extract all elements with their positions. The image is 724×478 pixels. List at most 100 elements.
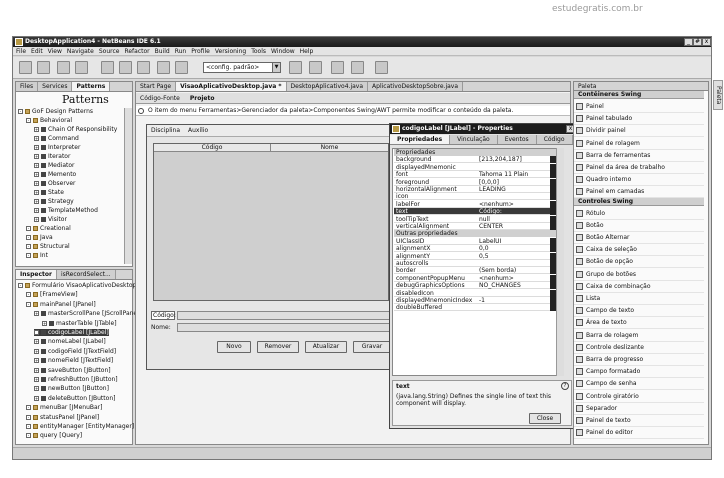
expand-icon[interactable]: +	[34, 163, 39, 168]
expand-icon[interactable]: -	[26, 244, 31, 249]
maximize-button[interactable]: #	[693, 38, 702, 46]
build-icon[interactable]	[289, 61, 302, 74]
expand-icon[interactable]: -	[18, 283, 23, 288]
palette-item[interactable]: Painel tabulado	[574, 112, 704, 126]
palette-item[interactable]: Barra de progresso	[574, 353, 704, 366]
palette-item[interactable]: Separador	[574, 402, 704, 415]
pattern-node[interactable]: + Mediator	[34, 162, 75, 169]
property-row[interactable]: foreground [0,0,0]	[394, 178, 556, 186]
new-file-icon[interactable]	[37, 61, 50, 74]
pattern-node[interactable]: + Strategy	[34, 198, 74, 205]
property-row[interactable]: disabledIcon	[394, 289, 556, 297]
table-header-codigo[interactable]: Código	[154, 144, 271, 152]
tab-editor-3[interactable]: AplicativoDesktopSobre.java	[368, 82, 464, 91]
inspector-node[interactable]: + nomeLabel [JLabel]	[34, 338, 106, 345]
pattern-node[interactable]: - GoF Design Patterns	[18, 108, 93, 115]
expand-icon[interactable]: -	[26, 118, 31, 123]
expand-icon[interactable]: +	[34, 172, 39, 177]
inspector-node[interactable]: - menuBar [JMenuBar]	[26, 404, 103, 411]
atualizar-button[interactable]: Atualizar	[305, 341, 347, 353]
pattern-node[interactable]: + Memento	[34, 171, 76, 178]
palette-item[interactable]: Quadro interno	[574, 173, 704, 187]
expand-icon[interactable]: +	[34, 154, 39, 159]
expand-icon[interactable]: +	[34, 377, 39, 382]
palette-item[interactable]: Painel do editor	[574, 426, 704, 440]
palette-item[interactable]: Dividir painel	[574, 124, 704, 138]
property-row[interactable]: componentPopupMenu <nenhum>	[394, 274, 556, 282]
expand-icon[interactable]: +	[34, 217, 39, 222]
clean-build-icon[interactable]	[309, 61, 322, 74]
property-row[interactable]: displayedMnemonicIndex -1	[394, 297, 556, 304]
pattern-node[interactable]: + Observer	[34, 180, 76, 187]
menu-window[interactable]: Window	[271, 47, 295, 55]
property-value[interactable]: [213,204,187]	[479, 156, 551, 163]
palette-item[interactable]: Campo de texto	[574, 304, 704, 318]
palette-category[interactable]: Contêineres Swing	[574, 91, 704, 99]
tab-editor-2[interactable]: DesktopAplicativo4.java	[286, 82, 369, 91]
palette-item[interactable]: Campo de senha	[574, 377, 704, 391]
pattern-node[interactable]: - Creational	[26, 225, 71, 232]
open-project-icon[interactable]	[57, 61, 70, 74]
property-value[interactable]: [0,0,0]	[479, 179, 551, 186]
menu-navigate[interactable]: Navigate	[67, 47, 94, 55]
inspector-node[interactable]: + deleteButton [JButton]	[34, 395, 115, 402]
palette-category[interactable]: Controles Swing	[574, 197, 704, 206]
table-header-nome[interactable]: Nome	[271, 144, 388, 152]
palette-item[interactable]: Caixa de combinação	[574, 280, 704, 293]
paste-icon[interactable]	[137, 61, 150, 74]
pattern-node[interactable]: - Behavioral	[26, 117, 72, 124]
expand-icon[interactable]: -	[26, 301, 31, 307]
menu-help[interactable]: Help	[300, 47, 314, 55]
inspector-node[interactable]: - entityManager [EntityManager]	[26, 423, 134, 430]
config-combo[interactable]: <config. padrão> ▼	[203, 62, 281, 73]
property-value[interactable]: Tahoma 11 Plain	[479, 171, 551, 178]
property-row[interactable]: text Código:	[394, 208, 556, 216]
property-row[interactable]: icon	[394, 193, 556, 201]
prop-tab-2[interactable]: Eventos	[497, 135, 537, 144]
expand-icon[interactable]: -	[26, 405, 31, 411]
debug-icon[interactable]	[351, 61, 364, 74]
help-icon[interactable]: ?	[561, 382, 569, 390]
prop-tab-0[interactable]: Propriedades	[390, 135, 451, 144]
inspector-node[interactable]: + masterTable [JTable]	[42, 320, 117, 327]
form-menu-disciplina[interactable]: Disciplina	[151, 125, 180, 136]
expand-icon[interactable]: +	[34, 127, 39, 132]
property-value[interactable]: NO_CHANGES	[479, 282, 551, 289]
palette-item[interactable]: Área de texto	[574, 316, 704, 330]
expand-icon[interactable]: +	[42, 320, 47, 326]
profile-icon[interactable]	[375, 61, 388, 74]
expand-icon[interactable]: +	[34, 145, 39, 150]
palette-item[interactable]: Campo formatado	[574, 365, 704, 379]
menu-file[interactable]: File	[16, 47, 26, 55]
expand-icon[interactable]: +	[34, 208, 39, 213]
expand-icon[interactable]: +	[34, 367, 39, 373]
property-value[interactable]: CENTER	[479, 223, 551, 230]
form-menu-auxilio[interactable]: Auxílio	[188, 125, 208, 136]
inspector-node[interactable]: - [FrameView]	[26, 291, 78, 298]
property-row[interactable]: verticalAlignment CENTER	[394, 223, 556, 230]
property-value[interactable]: -1	[479, 297, 551, 304]
expand-icon[interactable]: +	[34, 199, 39, 204]
pattern-node[interactable]: + Interpreter	[34, 144, 80, 151]
expand-icon[interactable]: +	[34, 358, 39, 364]
tab-editor-0[interactable]: Start Page	[136, 82, 177, 91]
expand-icon[interactable]: +	[34, 190, 39, 195]
palette-item[interactable]: Caixa de seleção	[574, 243, 704, 257]
menu-edit[interactable]: Edit	[31, 47, 43, 55]
expand-icon[interactable]: -	[26, 235, 31, 240]
inspector-node[interactable]: - mainPanel [JPanel]	[26, 301, 96, 308]
inspector-node[interactable]: - Formulário VisaoAplicativoDesktop	[18, 282, 136, 289]
save-all-icon[interactable]	[75, 61, 88, 74]
inspector-node[interactable]: + newButton [JButton]	[34, 385, 109, 392]
property-row[interactable]: alignmentX 0,0	[394, 245, 556, 253]
property-section[interactable]: Propriedades	[394, 149, 556, 156]
pattern-node[interactable]: + Visitor	[34, 216, 67, 223]
property-value[interactable]: 0,0	[479, 245, 551, 252]
property-row[interactable]: displayedMnemonic	[394, 163, 556, 171]
property-section[interactable]: Outras propriedades	[394, 230, 556, 238]
expand-icon[interactable]: +	[34, 395, 39, 401]
property-value[interactable]: <nenhum>	[479, 201, 551, 208]
pattern-node[interactable]: + Chain Of Responsibility	[34, 126, 117, 133]
property-row[interactable]: doubleBuffered	[394, 304, 556, 312]
menu-view[interactable]: View	[48, 47, 62, 55]
